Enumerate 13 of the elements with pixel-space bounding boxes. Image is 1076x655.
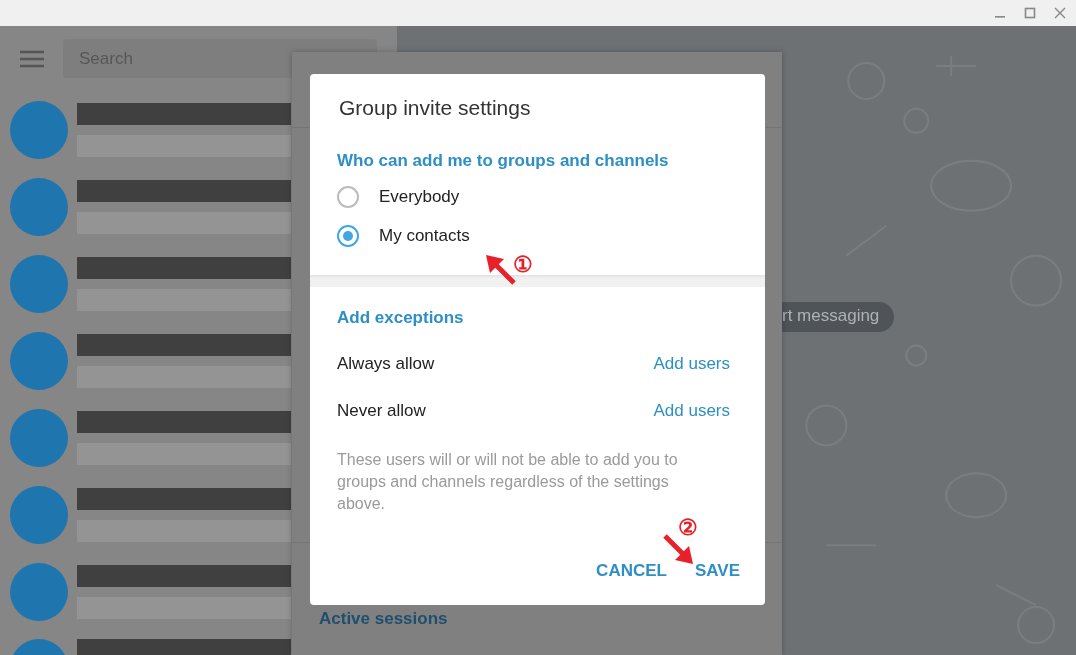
annotation-number: ②: [678, 517, 698, 539]
exception-label: Always allow: [337, 354, 435, 374]
radio-option[interactable]: Everybody: [337, 184, 765, 210]
radio-option[interactable]: My contacts: [337, 223, 765, 249]
add-users-link[interactable]: Add users: [653, 401, 730, 421]
annotation-number: ①: [513, 254, 533, 276]
add-users-link[interactable]: Add users: [653, 354, 730, 374]
section-header: Who can add me to groups and channels: [337, 151, 670, 171]
section-header: Add exceptions: [337, 308, 465, 328]
dialog-title: Group invite settings: [339, 96, 532, 120]
note-text: These users will or will not be able to add you to groups and channels regardless of the settings above.: [337, 450, 679, 514]
exception-label: Never allow: [337, 401, 426, 421]
settings-item[interactable]: Active sessions: [319, 609, 448, 629]
